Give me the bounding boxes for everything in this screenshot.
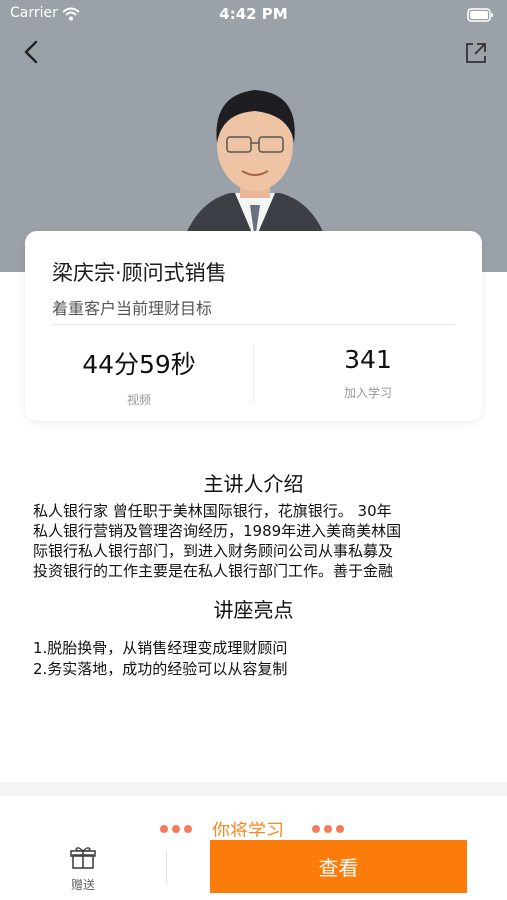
gift-label: 赠送 <box>70 878 95 892</box>
learn-section-title: 你将学习 <box>212 821 284 837</box>
back-arrow-icon[interactable] <box>18 38 46 66</box>
stat-label: 视频 <box>126 393 151 407</box>
divider <box>52 324 455 325</box>
decor-dot <box>312 825 320 833</box>
stat-label: 加入学习 <box>343 386 392 400</box>
stat-video-duration: 44分59秒 视频 <box>25 345 253 408</box>
intro-line: 私人银行营销及管理咨询经历，1989年进入美商美林国 <box>33 522 402 540</box>
stat-value: 44分59秒 <box>82 350 196 379</box>
course-info-card: 梁庆宗·顾问式销售 着重客户当前理财目标 44分59秒 视频 341 加入学习 <box>25 231 482 421</box>
view-button[interactable]: 查看 <box>210 840 467 893</box>
share-icon[interactable] <box>463 40 489 66</box>
list-item: 2.务实落地，成功的经验可以从容复制 <box>33 660 288 678</box>
bar-divider <box>166 850 167 884</box>
intro-line: 际银行私人银行部门，到进入财务顾问公司从事私募及 <box>33 542 394 560</box>
stat-value: 341 <box>344 345 392 374</box>
learn-section-header: 你将学习 <box>160 815 350 837</box>
speaker-intro: 私人银行家 曾任职于美林国际银行，花旗银行。 30年 私人银行营销及管理咨询经历… <box>33 501 473 581</box>
course-subtitle: 着重客户当前理财目标 <box>52 299 213 318</box>
speaker-heading: 主讲人介绍 <box>203 472 304 496</box>
course-title: 梁庆宗·顾问式销售 <box>52 261 227 285</box>
decor-dot <box>324 825 332 833</box>
decor-dot <box>184 825 192 833</box>
decor-dot <box>336 825 344 833</box>
highlights-heading: 讲座亮点 <box>213 598 294 622</box>
list-item: 1.脱胎换骨，从销售经理变成理财顾问 <box>33 639 288 657</box>
battery-icon <box>467 7 495 26</box>
status-time: 4:42 PM <box>219 5 288 23</box>
stat-enrolled: 341 加入学习 <box>254 345 482 401</box>
decor-dot <box>172 825 180 833</box>
intro-line: 投资银行的工作主要是在私人银行部门工作。善于金融 <box>33 562 394 580</box>
gift-button[interactable]: 赠送 <box>56 846 110 893</box>
highlights-list: 1.脱胎换骨，从销售经理变成理财顾问 2.务实落地，成功的经验可以从容复制 <box>33 638 287 680</box>
section-separator <box>0 782 507 796</box>
status-bar: Carrier 4:42 PM <box>0 0 507 28</box>
gift-icon <box>70 847 96 874</box>
decor-dot <box>160 825 168 833</box>
intro-line: 私人银行家 曾任职于美林国际银行，花旗银行。 30年 <box>33 502 392 520</box>
